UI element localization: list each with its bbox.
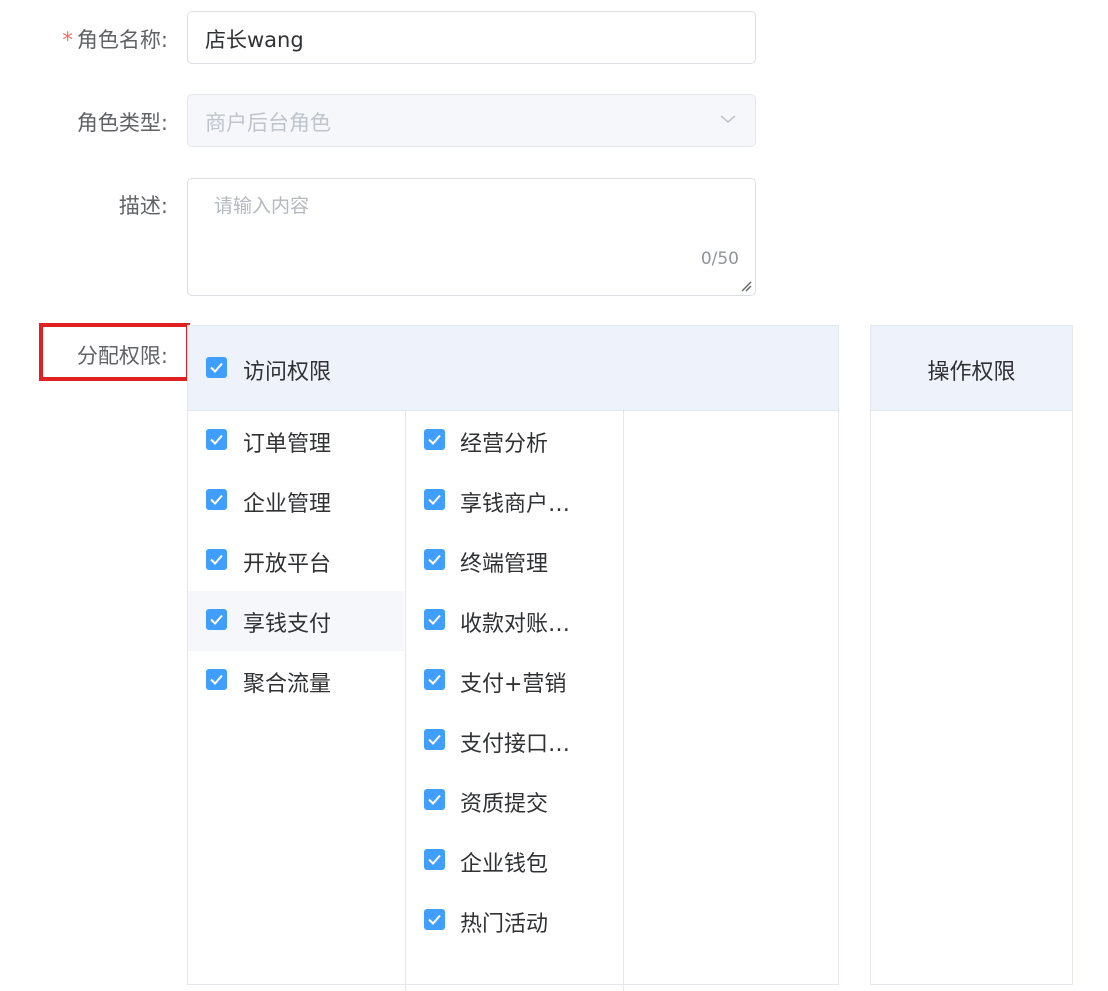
permission-item-label[interactable]: 订单管理 xyxy=(243,426,331,458)
check-icon xyxy=(428,674,441,685)
column-divider xyxy=(623,411,624,991)
description-counter: 0/50 xyxy=(700,249,739,269)
permission-item-label[interactable]: 享钱商户… xyxy=(460,486,570,518)
check-icon xyxy=(210,554,223,565)
permission-checkbox[interactable] xyxy=(206,669,227,690)
access-permissions-panel xyxy=(187,325,839,991)
check-icon xyxy=(428,854,441,865)
check-icon xyxy=(428,914,441,925)
check-icon xyxy=(428,794,441,805)
permission-item-label[interactable]: 资质提交 xyxy=(460,786,548,818)
role-name-value: 店长wang xyxy=(205,28,304,52)
role-name-label-text: 角色名称: xyxy=(76,28,168,52)
permission-item-label[interactable]: 聚合流量 xyxy=(243,666,331,698)
permission-checkbox[interactable] xyxy=(206,609,227,630)
permission-item-label[interactable]: 热门活动 xyxy=(460,906,548,938)
permission-checkbox[interactable] xyxy=(206,429,227,450)
check-icon xyxy=(210,494,223,505)
role-name-label: * 角色名称: xyxy=(50,24,168,54)
permission-item-label[interactable]: 支付接口… xyxy=(460,726,570,758)
permission-item-label[interactable]: 经营分析 xyxy=(460,426,548,458)
access-permissions-checkbox[interactable] xyxy=(206,357,227,378)
operation-permissions-title: 操作权限 xyxy=(927,360,1016,385)
permission-checkbox[interactable] xyxy=(424,429,445,450)
permission-item-label[interactable]: 企业管理 xyxy=(243,486,331,518)
description-textarea[interactable]: 请输入内容 0/50 xyxy=(187,178,756,296)
permission-item-label[interactable]: 企业钱包 xyxy=(460,846,548,878)
permission-item-label[interactable]: 收款对账… xyxy=(460,606,570,638)
check-icon xyxy=(210,362,223,373)
permission-checkbox[interactable] xyxy=(424,549,445,570)
permission-checkbox[interactable] xyxy=(206,489,227,510)
check-icon xyxy=(210,614,223,625)
resize-handle-icon[interactable] xyxy=(740,280,752,292)
permission-item-label[interactable]: 支付+营销 xyxy=(460,666,566,698)
role-type-select[interactable]: 商户后台角色 xyxy=(187,94,756,147)
description-placeholder: 请输入内容 xyxy=(214,195,310,217)
permission-checkbox[interactable] xyxy=(424,729,445,750)
check-icon xyxy=(428,494,441,505)
permission-checkbox[interactable] xyxy=(424,849,445,870)
required-mark: * xyxy=(62,28,73,52)
permission-checkbox[interactable] xyxy=(424,489,445,510)
permission-checkbox[interactable] xyxy=(424,609,445,630)
check-icon xyxy=(428,434,441,445)
permission-checkbox[interactable] xyxy=(424,669,445,690)
check-icon xyxy=(210,674,223,685)
check-icon xyxy=(428,734,441,745)
access-permissions-title: 访问权限 xyxy=(243,360,332,385)
permission-checkbox[interactable] xyxy=(424,909,445,930)
permission-checkbox[interactable] xyxy=(206,549,227,570)
check-icon xyxy=(428,614,441,625)
role-type-label: 角色类型: xyxy=(76,111,168,135)
role-name-input[interactable]: 店长wang xyxy=(187,11,756,64)
check-icon xyxy=(210,434,223,445)
permissions-label: 分配权限: xyxy=(76,344,168,368)
permission-item-label[interactable]: 开放平台 xyxy=(243,546,331,578)
permission-item-label[interactable]: 享钱支付 xyxy=(243,606,331,638)
role-type-value: 商户后台角色 xyxy=(205,111,331,135)
description-label: 描述: xyxy=(118,194,168,218)
operation-permissions-panel xyxy=(870,325,1073,985)
permission-item-label[interactable]: 终端管理 xyxy=(460,546,548,578)
permission-checkbox[interactable] xyxy=(424,789,445,810)
check-icon xyxy=(428,554,441,565)
chevron-down-icon xyxy=(720,115,736,124)
column-divider xyxy=(405,411,406,991)
